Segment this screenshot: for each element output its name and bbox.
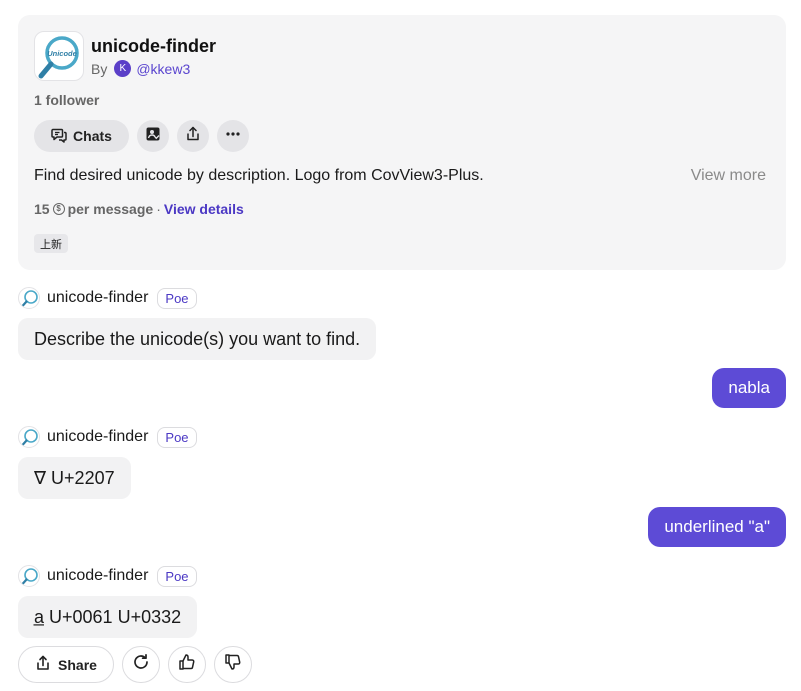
poe-badge: Poe: [157, 287, 197, 309]
bot-avatar-icon[interactable]: [18, 426, 40, 448]
price-suffix: per message: [67, 201, 154, 217]
poe-badge: Poe: [157, 426, 197, 448]
sender-name[interactable]: unicode-finder: [47, 428, 148, 446]
logo-wordmark: Unicode: [47, 49, 77, 58]
user-message-bubble: nabla: [712, 368, 786, 408]
author-link[interactable]: @kkew3: [136, 61, 190, 77]
share-button[interactable]: Share: [18, 646, 114, 683]
share-label: Share: [58, 656, 97, 673]
add-contact-button[interactable]: [137, 120, 169, 152]
bot-message-header: unicode-finder Poe: [18, 426, 197, 448]
user-check-icon: [145, 126, 161, 147]
sender-name[interactable]: unicode-finder: [47, 567, 148, 585]
bot-message-header: unicode-finder Poe: [18, 287, 197, 309]
thumbs-down-icon: [224, 653, 242, 676]
bot-info-card: Unicode unicode-finder By K @kkew3 1 fol…: [18, 15, 786, 270]
bot-message-bubble: Describe the unicode(s) you want to find…: [18, 318, 377, 360]
share-bot-button[interactable]: [177, 120, 209, 152]
bot-message-bubble: a̲ U+0061 U+0332: [18, 596, 198, 638]
view-details-link[interactable]: View details: [164, 201, 244, 217]
bot-description: Find desired unicode by description. Log…: [34, 167, 484, 184]
share-icon: [185, 126, 201, 147]
chats-label: Chats: [73, 128, 112, 144]
by-label: By: [91, 60, 108, 77]
view-more-link[interactable]: View more: [691, 167, 766, 185]
pricing-line: 15 $ per message · View details: [34, 201, 244, 217]
points-icon: $: [52, 203, 65, 215]
like-button[interactable]: [168, 646, 206, 683]
dislike-button[interactable]: [214, 646, 252, 683]
retry-icon: [132, 653, 150, 676]
separator: ·: [156, 201, 161, 217]
follower-count[interactable]: 1 follower: [34, 92, 99, 108]
user-message-bubble: underlined "a": [648, 507, 786, 547]
price-value: 15: [34, 201, 50, 217]
share-icon: [35, 655, 51, 674]
bot-message-header: unicode-finder Poe: [18, 565, 197, 587]
chats-icon: [51, 127, 67, 146]
sender-name[interactable]: unicode-finder: [47, 289, 148, 307]
new-tag: 上新: [34, 234, 68, 253]
bot-logo: Unicode: [34, 31, 84, 81]
bot-author-line: By K @kkew3: [91, 60, 190, 77]
author-avatar[interactable]: K: [114, 60, 132, 77]
more-options-button[interactable]: [217, 120, 249, 152]
ellipsis-icon: [225, 126, 241, 147]
thumbs-up-icon: [178, 653, 196, 676]
bot-avatar-icon[interactable]: [18, 565, 40, 587]
poe-badge: Poe: [157, 565, 197, 587]
chats-button[interactable]: Chats: [34, 120, 129, 152]
retry-button[interactable]: [122, 646, 160, 683]
bot-avatar-icon[interactable]: [18, 287, 40, 309]
bot-title: unicode-finder: [91, 36, 216, 56]
bot-message-bubble: ∇ U+2207: [18, 457, 131, 499]
